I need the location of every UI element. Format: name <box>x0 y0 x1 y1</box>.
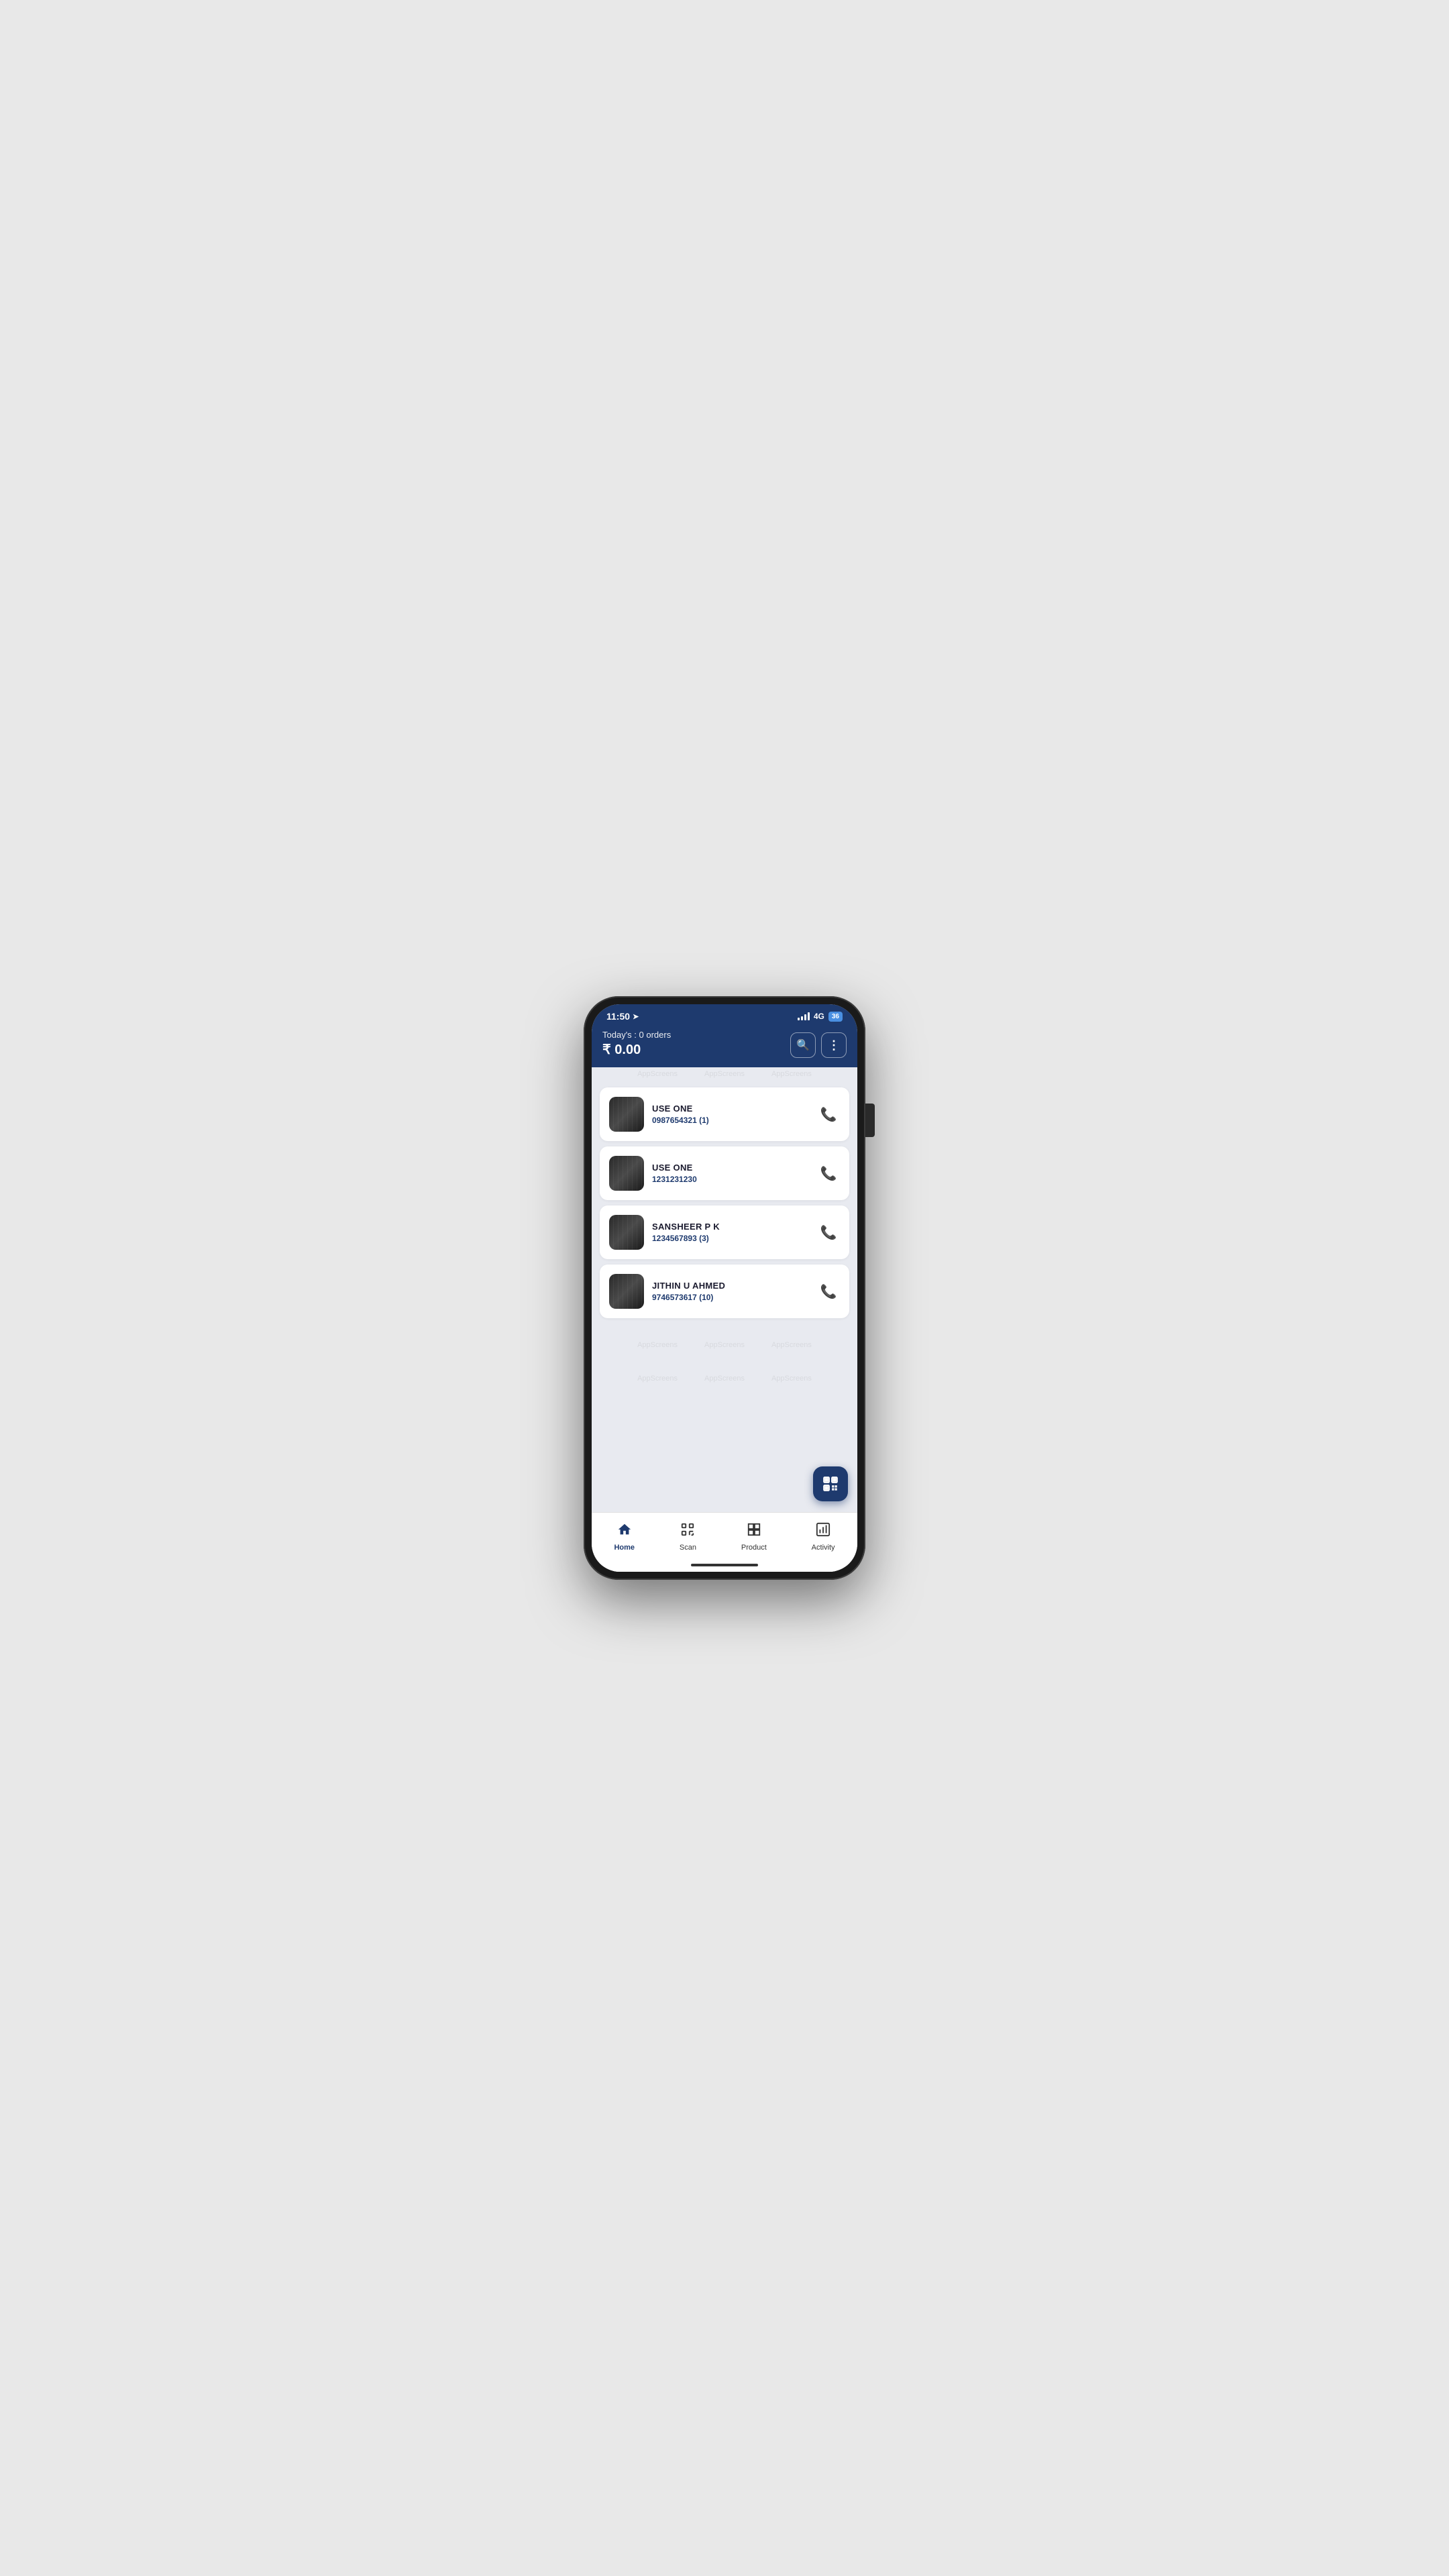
phone-screen: 11:50 ➤ 4G 36 Today's : 0 orders ₹ 0.00 … <box>592 1004 857 1572</box>
nav-item-product[interactable]: Product <box>733 1519 775 1554</box>
network-label: 4G <box>814 1012 824 1021</box>
status-right: 4G 36 <box>798 1012 843 1022</box>
power-button <box>865 1104 875 1137</box>
home-label: Home <box>614 1544 635 1552</box>
customer-card-3[interactable]: JITHIN U AHMED 9746573617 (10) 📞 <box>600 1265 849 1318</box>
activity-icon <box>816 1522 830 1541</box>
orders-label: Today's : 0 orders <box>602 1030 671 1040</box>
amount-display: ₹ 0.00 <box>602 1041 671 1058</box>
call-button-2[interactable]: 📞 <box>817 1221 840 1244</box>
header-actions: 🔍 ⋮ <box>790 1032 847 1058</box>
nav-item-scan[interactable]: Scan <box>672 1519 704 1554</box>
customer-name-2: SANSHEER P K <box>652 1222 809 1232</box>
content-area: AppScreensAppScreensAppScreens USE ONE 0… <box>592 1067 857 1512</box>
status-time: 11:50 ➤ <box>606 1011 639 1022</box>
call-button-3[interactable]: 📞 <box>817 1280 840 1303</box>
customer-info-1: USE ONE 1231231230 <box>652 1163 809 1184</box>
customers-list: USE ONE 0987654321 (1) 📞 USE ONE 1231231… <box>592 1081 857 1325</box>
search-button[interactable]: 🔍 <box>790 1032 816 1058</box>
product-icon <box>747 1522 761 1541</box>
product-label: Product <box>741 1544 767 1552</box>
signal-icon <box>798 1012 810 1020</box>
phone-icon-3: 📞 <box>820 1283 837 1300</box>
battery-icon: 36 <box>828 1012 843 1022</box>
customer-phone-2: 1234567893 (3) <box>652 1234 809 1243</box>
watermark-1: AppScreensAppScreensAppScreens <box>592 1067 857 1081</box>
customer-info-2: SANSHEER P K 1234567893 (3) <box>652 1222 809 1243</box>
nav-item-home[interactable]: Home <box>606 1519 643 1554</box>
phone-icon-1: 📞 <box>820 1165 837 1182</box>
home-indicator <box>592 1558 857 1572</box>
customer-name-1: USE ONE <box>652 1163 809 1173</box>
customer-avatar-0 <box>609 1097 644 1132</box>
activity-label: Activity <box>812 1544 835 1552</box>
customer-avatar-3 <box>609 1274 644 1309</box>
watermark-2: AppScreensAppScreensAppScreens <box>592 1338 857 1352</box>
customer-card-0[interactable]: USE ONE 0987654321 (1) 📞 <box>600 1087 849 1141</box>
customer-card-1[interactable]: USE ONE 1231231230 📞 <box>600 1146 849 1200</box>
scan-icon <box>680 1522 695 1541</box>
more-options-button[interactable]: ⋮ <box>821 1032 847 1058</box>
watermark-3: AppScreensAppScreensAppScreens <box>592 1372 857 1385</box>
scan-label: Scan <box>680 1544 696 1552</box>
nav-item-activity[interactable]: Activity <box>804 1519 843 1554</box>
customer-info-3: JITHIN U AHMED 9746573617 (10) <box>652 1281 809 1302</box>
phone-icon-2: 📞 <box>820 1224 837 1241</box>
customer-phone-0: 0987654321 (1) <box>652 1116 809 1125</box>
header-text: Today's : 0 orders ₹ 0.00 <box>602 1030 671 1058</box>
customer-card-2[interactable]: SANSHEER P K 1234567893 (3) 📞 <box>600 1205 849 1259</box>
customer-name-3: JITHIN U AHMED <box>652 1281 809 1291</box>
phone-icon-0: 📞 <box>820 1106 837 1123</box>
home-icon <box>617 1522 632 1541</box>
customer-phone-3: 9746573617 (10) <box>652 1293 809 1302</box>
customer-avatar-1 <box>609 1156 644 1191</box>
qr-scan-fab[interactable] <box>813 1466 848 1501</box>
bottom-nav: Home Scan <box>592 1512 857 1558</box>
search-icon: 🔍 <box>796 1038 810 1052</box>
call-button-1[interactable]: 📞 <box>817 1162 840 1185</box>
customer-info-0: USE ONE 0987654321 (1) <box>652 1104 809 1125</box>
call-button-0[interactable]: 📞 <box>817 1103 840 1126</box>
app-header: Today's : 0 orders ₹ 0.00 🔍 ⋮ <box>592 1026 857 1067</box>
customer-phone-1: 1231231230 <box>652 1175 809 1184</box>
customer-name-0: USE ONE <box>652 1104 809 1114</box>
time-display: 11:50 <box>606 1011 630 1022</box>
home-bar <box>691 1564 758 1566</box>
phone-device: 11:50 ➤ 4G 36 Today's : 0 orders ₹ 0.00 … <box>584 996 865 1580</box>
status-bar: 11:50 ➤ 4G 36 <box>592 1004 857 1026</box>
more-icon: ⋮ <box>828 1038 840 1053</box>
qr-icon <box>822 1475 839 1493</box>
location-icon: ➤ <box>633 1012 639 1021</box>
customer-avatar-2 <box>609 1215 644 1250</box>
